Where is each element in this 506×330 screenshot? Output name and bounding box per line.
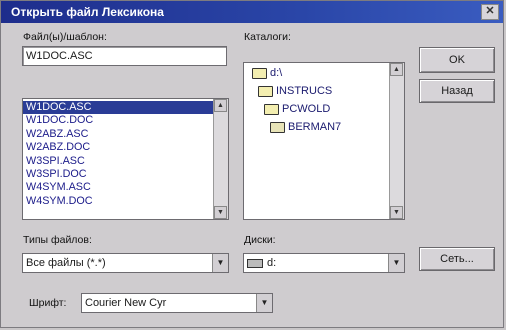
title-bar: Открыть файл Лексикона ✕: [1, 1, 503, 23]
file-list-item[interactable]: W2ABZ.ASC: [23, 128, 213, 141]
close-icon[interactable]: ✕: [481, 4, 499, 20]
directory-item[interactable]: d:\: [252, 67, 282, 79]
open-folder-icon: [252, 67, 267, 79]
file-types-value: Все файлы (*.*): [26, 257, 106, 269]
directory-scrollbar[interactable]: ▲ ▼: [389, 63, 404, 219]
drives-select[interactable]: d: ▼: [243, 253, 405, 273]
directory-item[interactable]: INSTRUCS: [258, 85, 332, 97]
open-folder-icon: [264, 103, 279, 115]
font-label: Шрифт:: [29, 297, 67, 309]
drives-label: Диски:: [244, 234, 276, 246]
file-types-select[interactable]: Все файлы (*.*) ▼: [22, 253, 229, 273]
directory-item[interactable]: BERMAN7: [270, 121, 341, 133]
open-folder-icon: [258, 85, 273, 97]
file-list-item[interactable]: W4SYM.DOC: [23, 195, 213, 208]
ok-button[interactable]: OK: [419, 47, 495, 73]
open-file-dialog: Открыть файл Лексикона ✕ Файл(ы)/шаблон:…: [0, 0, 504, 328]
file-list: W1DOC.ASC W1DOC.DOC W2ABZ.ASC W2ABZ.DOC W3SP…: [22, 98, 229, 220]
directories-label: Каталоги:: [244, 31, 291, 43]
chevron-down-icon[interactable]: ▼: [256, 294, 272, 312]
drives-value: d:: [267, 257, 277, 269]
folder-icon: [270, 121, 285, 133]
chevron-down-icon[interactable]: ▼: [388, 254, 404, 272]
scroll-up-icon[interactable]: ▲: [214, 99, 227, 112]
dialog-title: Открыть файл Лексикона: [11, 5, 164, 19]
directory-list: d:\ INSTRUCS PCWOLD BERMAN7 ▲ ▼: [243, 62, 405, 220]
file-list-item[interactable]: W3SPI.ASC: [23, 155, 213, 168]
file-name-input[interactable]: W1DOC.ASC: [22, 46, 227, 66]
scroll-up-icon[interactable]: ▲: [390, 63, 403, 76]
directory-item[interactable]: PCWOLD: [264, 103, 330, 115]
file-list-item[interactable]: W1DOC.ASC: [23, 101, 213, 115]
file-name-label: Файл(ы)/шаблон:: [23, 31, 107, 43]
file-list-item[interactable]: W3SPI.DOC: [23, 168, 213, 181]
file-list-item[interactable]: W4SYM.ASC: [23, 181, 213, 194]
scroll-down-icon[interactable]: ▼: [214, 206, 227, 219]
file-list-item[interactable]: W2ABZ.DOC: [23, 141, 213, 154]
file-list-item[interactable]: W1DOC.DOC: [23, 114, 213, 127]
back-button[interactable]: Назад: [419, 79, 495, 103]
file-list-scrollbar[interactable]: ▲ ▼: [213, 99, 228, 219]
scroll-down-icon[interactable]: ▼: [390, 206, 403, 219]
font-select[interactable]: Courier New Cyr ▼: [81, 293, 273, 313]
font-value: Courier New Cyr: [85, 297, 167, 309]
file-types-label: Типы файлов:: [23, 234, 92, 246]
network-button[interactable]: Сеть...: [419, 247, 495, 271]
chevron-down-icon[interactable]: ▼: [212, 254, 228, 272]
drive-icon: [247, 258, 263, 268]
